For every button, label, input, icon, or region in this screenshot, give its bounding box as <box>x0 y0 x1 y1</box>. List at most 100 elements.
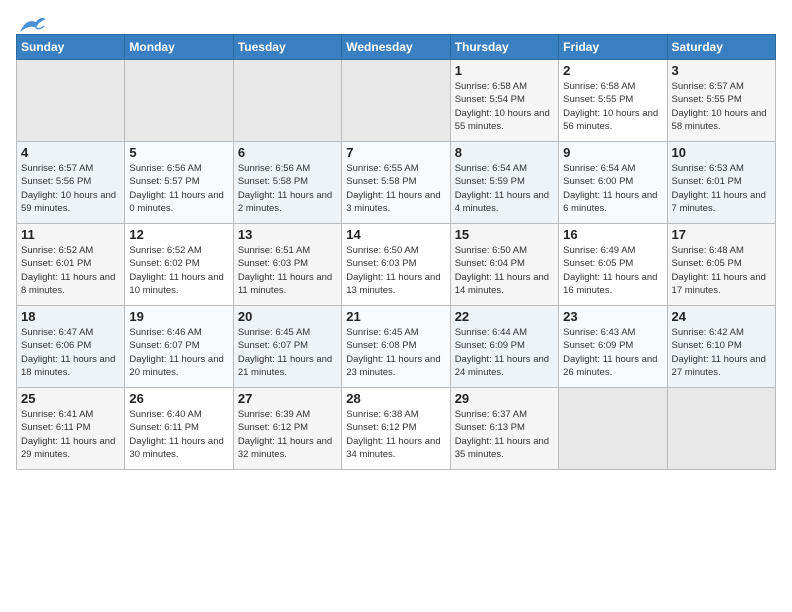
calendar-cell: 21 Sunrise: 6:45 AM Sunset: 6:08 PM Dayli… <box>342 306 450 388</box>
cell-sun-info: Sunrise: 6:50 AM Sunset: 6:03 PM Dayligh… <box>346 244 445 297</box>
calendar-cell: 8Sunrise: 6:54 AM Sunset: 5:59 PM Daylig… <box>450 142 558 224</box>
calendar-cell: 15 Sunrise: 6:50 AM Sunset: 6:04 PM Dayli… <box>450 224 558 306</box>
calendar-cell <box>667 388 775 470</box>
cell-sun-info: Sunrise: 6:46 AM Sunset: 6:07 PM Dayligh… <box>129 326 228 379</box>
day-number: 15 <box>455 227 554 242</box>
cell-sun-info: Sunrise: 6:50 AM Sunset: 6:04 PM Dayligh… <box>455 244 554 297</box>
cell-sun-info: Sunrise: 6:40 AM Sunset: 6:11 PM Dayligh… <box>129 408 228 461</box>
col-sunday: Sunday <box>17 35 125 60</box>
cell-sun-info: Sunrise: 6:38 AM Sunset: 6:12 PM Dayligh… <box>346 408 445 461</box>
cell-sun-info: Sunrise: 6:56 AM Sunset: 5:58 PM Dayligh… <box>238 162 337 215</box>
col-monday: Monday <box>125 35 233 60</box>
calendar-cell <box>17 60 125 142</box>
day-number: 9 <box>563 145 662 160</box>
calendar-cell: 13 Sunrise: 6:51 AM Sunset: 6:03 PM Dayli… <box>233 224 341 306</box>
day-number: 13 <box>238 227 337 242</box>
cell-sun-info: Sunrise: 6:51 AM Sunset: 6:03 PM Dayligh… <box>238 244 337 297</box>
calendar-cell: 12 Sunrise: 6:52 AM Sunset: 6:02 PM Dayli… <box>125 224 233 306</box>
calendar-table: Sunday Monday Tuesday Wednesday Thursday… <box>16 34 776 470</box>
day-number: 20 <box>238 309 337 324</box>
calendar-cell: 2 Sunrise: 6:58 AM Sunset: 5:55 PM Daylig… <box>559 60 667 142</box>
day-number: 22 <box>455 309 554 324</box>
calendar-cell: 27 Sunrise: 6:39 AM Sunset: 6:12 PM Dayli… <box>233 388 341 470</box>
day-number: 24 <box>672 309 771 324</box>
day-number: 5 <box>129 145 228 160</box>
calendar-cell <box>559 388 667 470</box>
day-number: 12 <box>129 227 228 242</box>
calendar-cell: 10 Sunrise: 6:53 AM Sunset: 6:01 PM Dayli… <box>667 142 775 224</box>
calendar-cell: 19 Sunrise: 6:46 AM Sunset: 6:07 PM Dayli… <box>125 306 233 388</box>
day-number: 18 <box>21 309 120 324</box>
day-number: 27 <box>238 391 337 406</box>
day-number: 2 <box>563 63 662 78</box>
calendar-cell: 25Sunrise: 6:41 AM Sunset: 6:11 PM Dayli… <box>17 388 125 470</box>
calendar-cell: 20 Sunrise: 6:45 AM Sunset: 6:07 PM Dayli… <box>233 306 341 388</box>
cell-sun-info: Sunrise: 6:58 AM Sunset: 5:55 PM Dayligh… <box>563 80 662 133</box>
calendar-cell: 7Sunrise: 6:55 AM Sunset: 5:58 PM Daylig… <box>342 142 450 224</box>
calendar-week-2: 4Sunrise: 6:57 AM Sunset: 5:56 PM Daylig… <box>17 142 776 224</box>
logo <box>16 14 48 30</box>
col-wednesday: Wednesday <box>342 35 450 60</box>
cell-sun-info: Sunrise: 6:54 AM Sunset: 6:00 PM Dayligh… <box>563 162 662 215</box>
cell-sun-info: Sunrise: 6:52 AM Sunset: 6:01 PM Dayligh… <box>21 244 120 297</box>
cell-sun-info: Sunrise: 6:45 AM Sunset: 6:08 PM Dayligh… <box>346 326 445 379</box>
day-number: 6 <box>238 145 337 160</box>
day-number: 3 <box>672 63 771 78</box>
cell-sun-info: Sunrise: 6:44 AM Sunset: 6:09 PM Dayligh… <box>455 326 554 379</box>
calendar-cell <box>233 60 341 142</box>
calendar-cell: 5 Sunrise: 6:56 AM Sunset: 5:57 PM Daylig… <box>125 142 233 224</box>
day-number: 11 <box>21 227 120 242</box>
cell-sun-info: Sunrise: 6:58 AM Sunset: 5:54 PM Dayligh… <box>455 80 554 133</box>
cell-sun-info: Sunrise: 6:57 AM Sunset: 5:56 PM Dayligh… <box>21 162 120 215</box>
calendar-cell: 1 Sunrise: 6:58 AM Sunset: 5:54 PM Daylig… <box>450 60 558 142</box>
col-saturday: Saturday <box>667 35 775 60</box>
day-number: 21 <box>346 309 445 324</box>
calendar-week-4: 18 Sunrise: 6:47 AM Sunset: 6:06 PM Dayli… <box>17 306 776 388</box>
header <box>16 10 776 30</box>
col-friday: Friday <box>559 35 667 60</box>
col-tuesday: Tuesday <box>233 35 341 60</box>
cell-sun-info: Sunrise: 6:56 AM Sunset: 5:57 PM Dayligh… <box>129 162 228 215</box>
logo-bird-icon <box>18 14 48 36</box>
calendar-week-1: 1 Sunrise: 6:58 AM Sunset: 5:54 PM Daylig… <box>17 60 776 142</box>
cell-sun-info: Sunrise: 6:39 AM Sunset: 6:12 PM Dayligh… <box>238 408 337 461</box>
calendar-cell: 4Sunrise: 6:57 AM Sunset: 5:56 PM Daylig… <box>17 142 125 224</box>
cell-sun-info: Sunrise: 6:52 AM Sunset: 6:02 PM Dayligh… <box>129 244 228 297</box>
cell-sun-info: Sunrise: 6:49 AM Sunset: 6:05 PM Dayligh… <box>563 244 662 297</box>
cell-sun-info: Sunrise: 6:42 AM Sunset: 6:10 PM Dayligh… <box>672 326 771 379</box>
page: Sunday Monday Tuesday Wednesday Thursday… <box>0 0 792 480</box>
calendar-cell: 9 Sunrise: 6:54 AM Sunset: 6:00 PM Daylig… <box>559 142 667 224</box>
cell-sun-info: Sunrise: 6:53 AM Sunset: 6:01 PM Dayligh… <box>672 162 771 215</box>
calendar-cell: 26Sunrise: 6:40 AM Sunset: 6:11 PM Dayli… <box>125 388 233 470</box>
day-number: 1 <box>455 63 554 78</box>
day-number: 19 <box>129 309 228 324</box>
cell-sun-info: Sunrise: 6:41 AM Sunset: 6:11 PM Dayligh… <box>21 408 120 461</box>
weekday-header-row: Sunday Monday Tuesday Wednesday Thursday… <box>17 35 776 60</box>
cell-sun-info: Sunrise: 6:55 AM Sunset: 5:58 PM Dayligh… <box>346 162 445 215</box>
calendar-cell <box>342 60 450 142</box>
day-number: 17 <box>672 227 771 242</box>
day-number: 23 <box>563 309 662 324</box>
calendar-cell: 17Sunrise: 6:48 AM Sunset: 6:05 PM Dayli… <box>667 224 775 306</box>
calendar-cell: 6 Sunrise: 6:56 AM Sunset: 5:58 PM Daylig… <box>233 142 341 224</box>
calendar-week-5: 25Sunrise: 6:41 AM Sunset: 6:11 PM Dayli… <box>17 388 776 470</box>
calendar-cell: 29 Sunrise: 6:37 AM Sunset: 6:13 PM Dayli… <box>450 388 558 470</box>
cell-sun-info: Sunrise: 6:47 AM Sunset: 6:06 PM Dayligh… <box>21 326 120 379</box>
calendar-cell <box>125 60 233 142</box>
cell-sun-info: Sunrise: 6:57 AM Sunset: 5:55 PM Dayligh… <box>672 80 771 133</box>
cell-sun-info: Sunrise: 6:54 AM Sunset: 5:59 PM Dayligh… <box>455 162 554 215</box>
col-thursday: Thursday <box>450 35 558 60</box>
cell-sun-info: Sunrise: 6:37 AM Sunset: 6:13 PM Dayligh… <box>455 408 554 461</box>
day-number: 29 <box>455 391 554 406</box>
calendar-cell: 24 Sunrise: 6:42 AM Sunset: 6:10 PM Dayli… <box>667 306 775 388</box>
day-number: 10 <box>672 145 771 160</box>
day-number: 28 <box>346 391 445 406</box>
calendar-cell: 14 Sunrise: 6:50 AM Sunset: 6:03 PM Dayli… <box>342 224 450 306</box>
day-number: 14 <box>346 227 445 242</box>
calendar-cell: 16 Sunrise: 6:49 AM Sunset: 6:05 PM Dayli… <box>559 224 667 306</box>
calendar-week-3: 11 Sunrise: 6:52 AM Sunset: 6:01 PM Dayli… <box>17 224 776 306</box>
cell-sun-info: Sunrise: 6:45 AM Sunset: 6:07 PM Dayligh… <box>238 326 337 379</box>
calendar-cell: 11 Sunrise: 6:52 AM Sunset: 6:01 PM Dayli… <box>17 224 125 306</box>
day-number: 16 <box>563 227 662 242</box>
cell-sun-info: Sunrise: 6:43 AM Sunset: 6:09 PM Dayligh… <box>563 326 662 379</box>
